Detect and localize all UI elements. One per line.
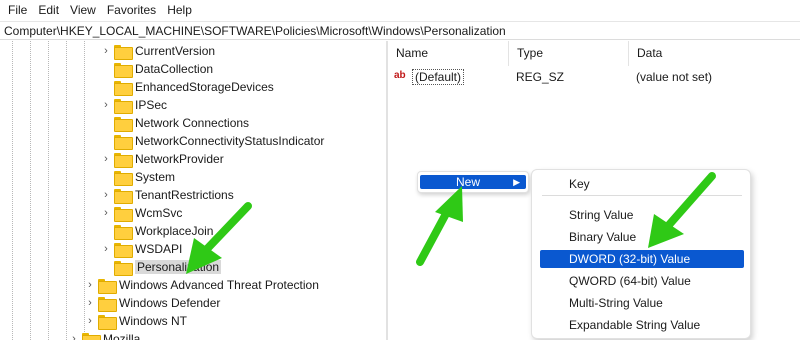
menu-view[interactable]: View <box>66 0 103 20</box>
menu-item-multi-string-value[interactable]: Multi-String Value <box>532 294 750 312</box>
menu-help[interactable]: Help <box>163 0 199 20</box>
tree-item-label: WcmSvc <box>135 206 183 220</box>
tree-item-personalization[interactable]: Personalization <box>114 258 222 276</box>
tree-item-currentversion[interactable]: › CurrentVersion <box>100 42 215 60</box>
menu-file[interactable]: File <box>4 0 34 20</box>
submenu-arrow-icon: ▶ <box>513 177 520 187</box>
folder-icon <box>114 170 133 186</box>
tree-guide-line <box>12 41 13 340</box>
tree-item-mozilla[interactable]: › Mozilla <box>68 330 140 340</box>
folder-icon <box>114 44 133 60</box>
tree-item-wsdapi[interactable]: › WSDAPI <box>100 240 182 258</box>
chevron-right-icon[interactable]: › <box>100 243 112 255</box>
folder-icon <box>114 224 133 240</box>
tree-item-label: Windows NT <box>119 314 188 328</box>
tree-item-label: EnhancedStorageDevices <box>135 80 274 94</box>
tree-item-enhancedstoragedevices[interactable]: EnhancedStorageDevices <box>114 78 274 96</box>
folder-icon <box>82 332 101 340</box>
folder-icon <box>98 296 117 312</box>
tree-item-label: Personalization <box>135 260 222 274</box>
folder-icon <box>114 152 133 168</box>
tree-item-workplacejoin[interactable]: WorkplaceJoin <box>114 222 213 240</box>
chevron-right-icon[interactable]: › <box>100 153 112 165</box>
chevron-right-icon[interactable]: › <box>84 279 96 291</box>
value-name: (Default) <box>412 69 465 85</box>
menu-item-dword-value[interactable]: DWORD (32-bit) Value <box>540 250 744 268</box>
folder-icon <box>114 242 133 258</box>
new-submenu: Key String Value Binary Value DWORD (32-… <box>531 169 751 339</box>
folder-icon <box>114 116 133 132</box>
folder-icon <box>114 98 133 114</box>
folder-icon <box>114 62 133 78</box>
value-row-name[interactable]: ab (Default) <box>394 68 504 86</box>
tree-item-tenantrestrictions[interactable]: › TenantRestrictions <box>100 186 234 204</box>
tree-item-label: IPSec <box>135 98 168 112</box>
menu-item-binary-value[interactable]: Binary Value <box>532 228 750 246</box>
tree-item-label: System <box>135 170 176 184</box>
menu-edit[interactable]: Edit <box>34 0 66 20</box>
folder-icon <box>98 278 117 294</box>
tree-item-label: Network Connections <box>135 116 250 130</box>
folder-icon <box>114 188 133 204</box>
tree-item-label: Windows Defender <box>119 296 221 310</box>
string-value-icon: ab <box>394 70 406 81</box>
tree-item-windows-nt[interactable]: › Windows NT <box>84 312 187 330</box>
chevron-right-icon[interactable]: › <box>84 315 96 327</box>
folder-icon <box>114 134 133 150</box>
chevron-right-icon[interactable]: › <box>84 297 96 309</box>
menu-item-string-value[interactable]: String Value <box>532 206 750 224</box>
tree-item-datacollection[interactable]: DataCollection <box>114 60 213 78</box>
menu-item-qword-value[interactable]: QWORD (64-bit) Value <box>532 272 750 290</box>
tree-item-label: CurrentVersion <box>135 44 216 58</box>
tree-item-ipsec[interactable]: › IPSec <box>100 96 167 114</box>
registry-tree: › CurrentVersion DataCollection Enhanced… <box>0 41 386 340</box>
tree-item-windows-advanced-threat-protection[interactable]: › Windows Advanced Threat Protection <box>84 276 319 294</box>
tree-item-label: TenantRestrictions <box>135 188 234 202</box>
tree-item-networkconnectivitystatusindicator[interactable]: NetworkConnectivityStatusIndicator <box>114 132 324 150</box>
folder-icon <box>114 80 133 96</box>
tree-item-label: DataCollection <box>135 62 214 76</box>
menu-item-new[interactable]: New ▶ <box>420 175 526 189</box>
value-type: REG_SZ <box>516 70 565 84</box>
menu-bar: File Edit View Favorites Help <box>0 0 800 20</box>
folder-icon <box>114 206 133 222</box>
chevron-right-icon[interactable]: › <box>100 99 112 111</box>
menu-item-new-label: New <box>456 175 481 189</box>
menu-item-expandable-string-value[interactable]: Expandable String Value <box>532 316 750 334</box>
chevron-right-icon[interactable]: › <box>68 333 80 340</box>
tree-item-label: NetworkConnectivityStatusIndicator <box>135 134 325 148</box>
tree-guide-line <box>48 41 49 340</box>
tree-item-system[interactable]: System <box>114 168 175 186</box>
folder-icon <box>98 314 117 330</box>
chevron-right-icon[interactable]: › <box>100 189 112 201</box>
chevron-right-icon[interactable]: › <box>100 45 112 57</box>
column-header-type[interactable]: Type <box>508 41 628 66</box>
tree-item-windows-defender[interactable]: › Windows Defender <box>84 294 220 312</box>
chevron-right-icon[interactable]: › <box>100 207 112 219</box>
tree-item-label: Mozilla <box>103 332 141 340</box>
tree-guide-line <box>30 41 31 340</box>
tree-item-label: WorkplaceJoin <box>135 224 214 238</box>
menu-favorites[interactable]: Favorites <box>103 0 163 20</box>
menu-item-key[interactable]: Key <box>532 175 750 193</box>
tree-item-label: WSDAPI <box>135 242 183 256</box>
tree-guide-line <box>66 41 67 340</box>
tree-item-label: Windows Advanced Threat Protection <box>119 278 319 292</box>
tree-item-wcmsvc[interactable]: › WcmSvc <box>100 204 182 222</box>
tree-item-label: NetworkProvider <box>135 152 224 166</box>
folder-icon <box>114 260 133 276</box>
context-menu: New ▶ <box>417 171 529 193</box>
tree-item-network-connections[interactable]: Network Connections <box>114 114 249 132</box>
menu-separator <box>542 195 742 196</box>
address-bar[interactable]: Computer\HKEY_LOCAL_MACHINE\SOFTWARE\Pol… <box>0 21 800 40</box>
tree-item-networkprovider[interactable]: › NetworkProvider <box>100 150 224 168</box>
value-data: (value not set) <box>636 70 713 84</box>
column-header-name[interactable]: Name <box>388 41 508 66</box>
column-header-data[interactable]: Data <box>628 41 800 66</box>
